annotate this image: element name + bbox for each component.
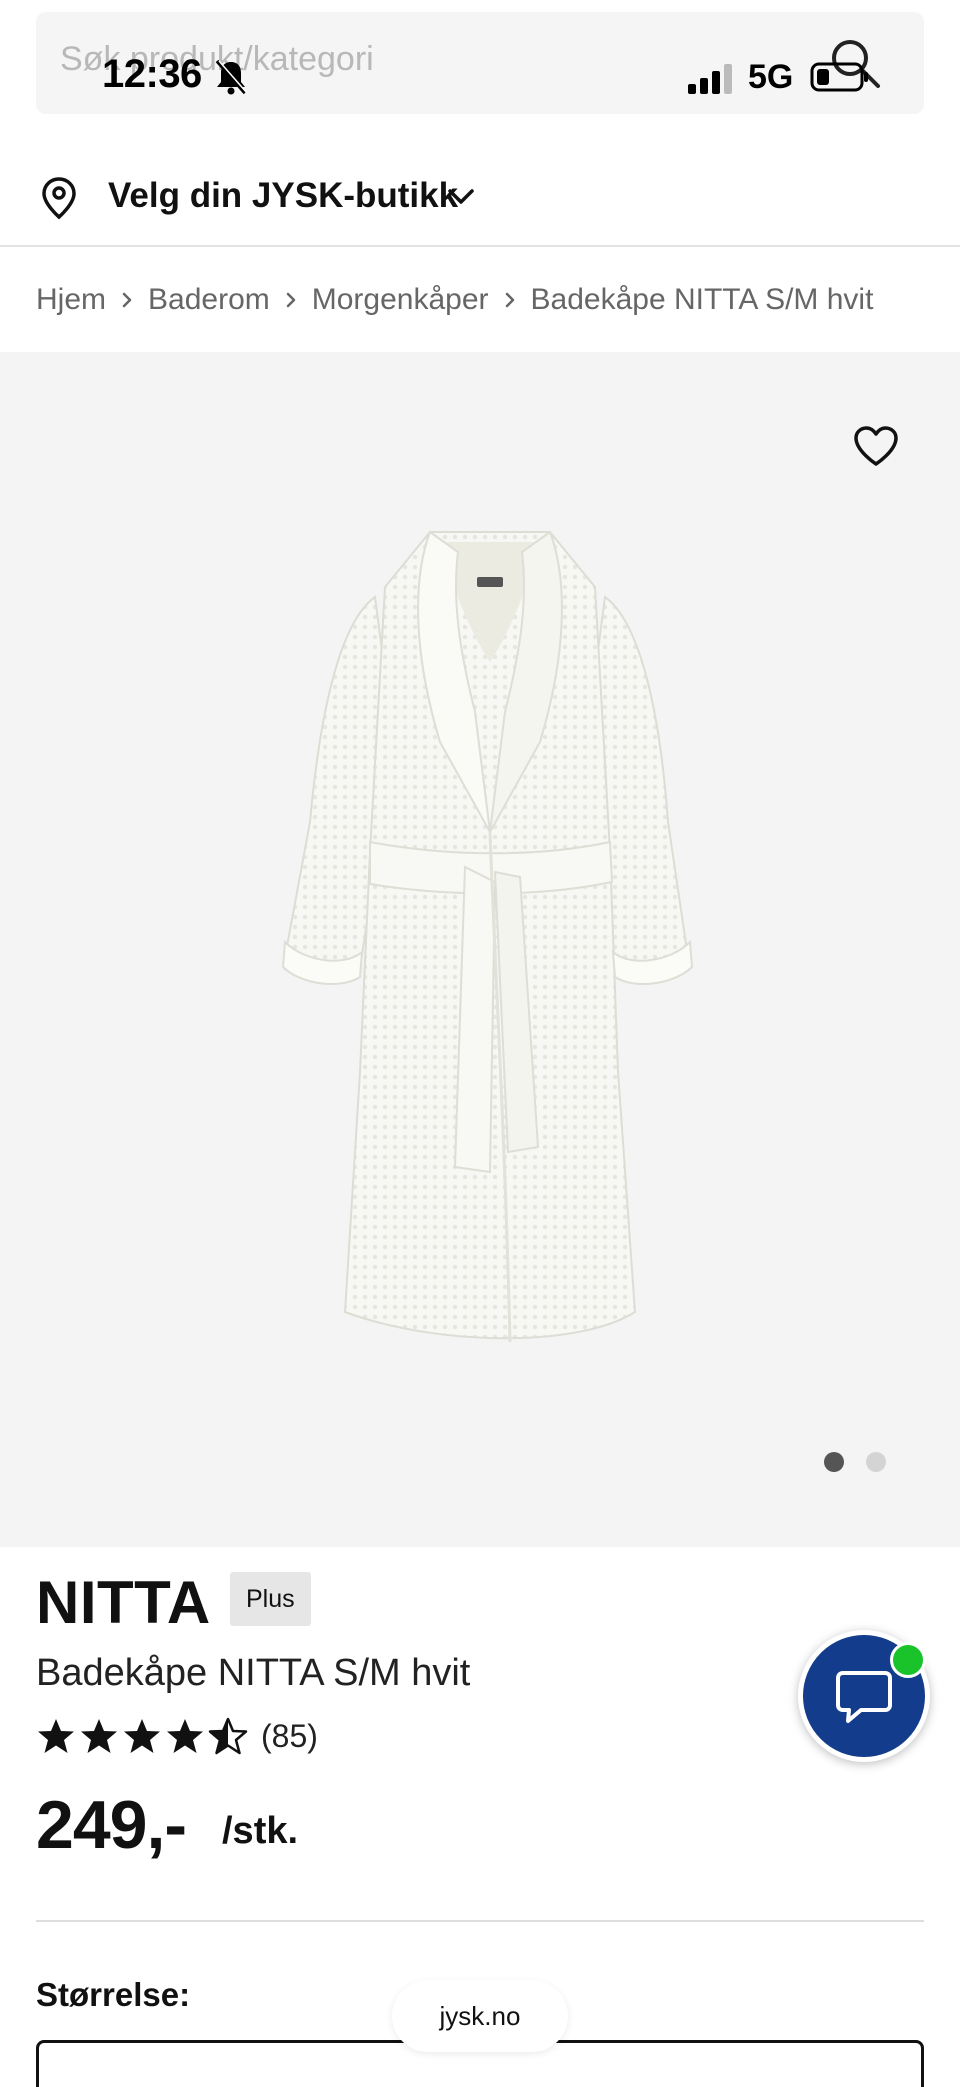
product-brand: NITTA — [36, 1569, 211, 1636]
url-bar[interactable]: jysk.no — [392, 1980, 568, 2052]
breadcrumb-item-robes[interactable]: Morgenkåper — [312, 283, 489, 317]
chevron-right-icon — [106, 290, 148, 310]
plus-badge: Plus — [230, 1572, 311, 1626]
status-time: 12:36 — [102, 52, 202, 96]
gallery-dot[interactable] — [866, 1452, 886, 1472]
star-filled-icon — [81, 1719, 117, 1753]
network-label: 5G — [748, 58, 794, 96]
chevron-right-icon — [489, 290, 531, 310]
divider — [0, 245, 960, 247]
chat-bubble-icon — [836, 1671, 892, 1723]
online-status-indicator — [890, 1642, 926, 1678]
product-image — [281, 530, 694, 1343]
gallery-dot-active[interactable] — [824, 1452, 844, 1472]
star-half-icon — [208, 1717, 248, 1755]
product-image-gallery[interactable] — [0, 352, 960, 1547]
chevron-down-icon — [448, 189, 474, 204]
location-pin-icon — [42, 177, 76, 220]
breadcrumb-item-bathroom[interactable]: Baderom — [148, 283, 270, 317]
divider — [36, 1920, 924, 1922]
signal-icon — [688, 64, 732, 94]
breadcrumb-item-current: Badekåpe NITTA S/M hvit — [530, 283, 874, 316]
product-rating[interactable]: (85) — [36, 1716, 318, 1756]
bell-off-icon — [215, 59, 248, 95]
gallery-pagination — [824, 1452, 886, 1472]
store-selector[interactable]: Velg din JYSK-butikk — [0, 160, 960, 246]
store-selector-label: Velg din JYSK-butikk — [108, 176, 459, 215]
review-count[interactable]: (85) — [261, 1718, 318, 1755]
product-price: 249,- — [36, 1787, 187, 1863]
price-unit: /stk. — [222, 1810, 299, 1852]
battery-icon — [810, 62, 868, 92]
breadcrumb-item-home[interactable]: Hjem — [36, 283, 106, 317]
chevron-right-icon — [270, 290, 312, 310]
size-label: Størrelse: — [36, 1976, 191, 2013]
product-name: Badekåpe NITTA S/M hvit — [36, 1652, 471, 1694]
star-filled-icon — [167, 1719, 203, 1753]
star-filled-icon — [38, 1719, 74, 1753]
star-filled-icon — [124, 1719, 160, 1753]
breadcrumb: Hjem Baderom Morgenkåper Badekåpe NITTA … — [36, 280, 873, 320]
heart-icon[interactable] — [852, 424, 900, 468]
